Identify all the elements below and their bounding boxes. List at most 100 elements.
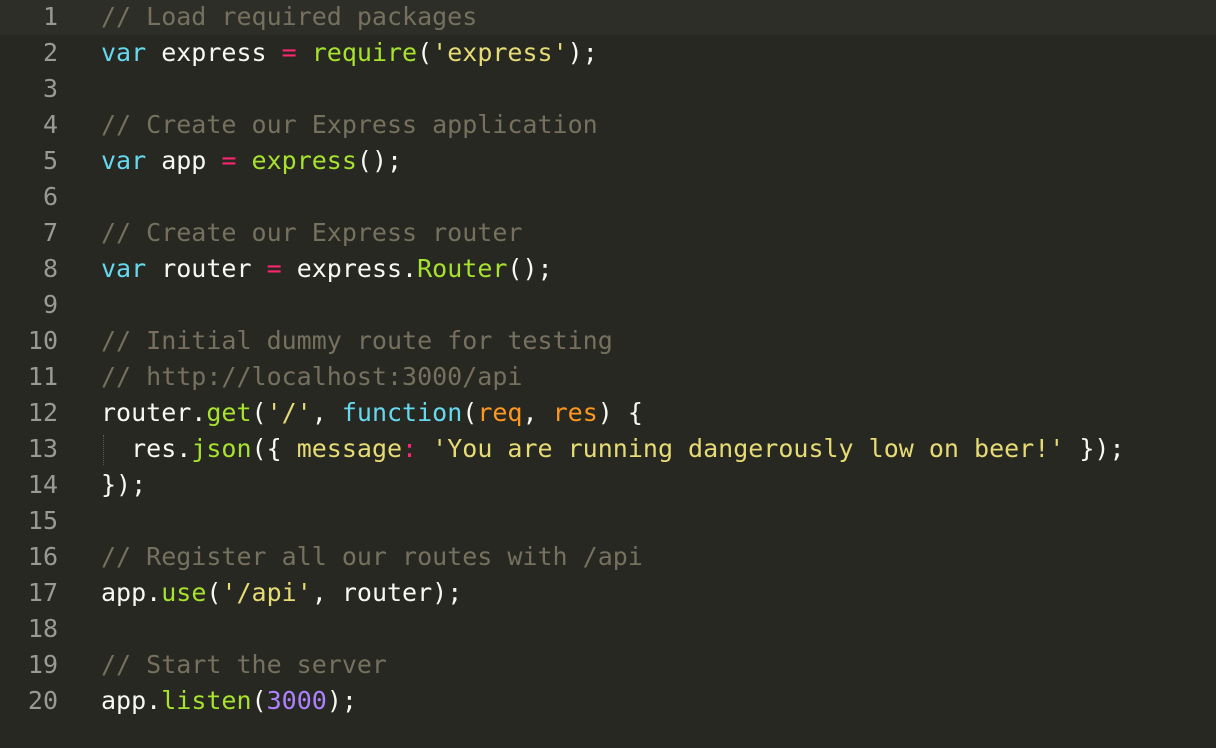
code-token: require	[311, 38, 418, 67]
line-number: 6	[42, 182, 58, 211]
code-line[interactable]: 4 // Create our Express application	[0, 107, 1216, 143]
line-number: 16	[27, 542, 58, 571]
line-number: 1	[42, 2, 58, 31]
code-token: '/api'	[221, 578, 312, 607]
line-number: 3	[42, 74, 58, 103]
code-token: 'You are running dangerously low on beer…	[432, 434, 1065, 463]
code-line[interactable]: 18	[0, 611, 1216, 647]
code-token: (	[417, 38, 433, 67]
code-token: // Load required packages	[101, 2, 478, 31]
code-text: // Register all our routes with /api	[101, 539, 643, 575]
code-line[interactable]: 8 var router = express.Router();	[0, 251, 1216, 287]
code-text: var router = express.Router();	[101, 251, 553, 287]
code-line[interactable]: 9	[0, 287, 1216, 323]
code-token: function	[341, 398, 463, 427]
code-text: // Create our Express router	[101, 215, 522, 251]
line-number: 10	[27, 326, 58, 355]
code-line[interactable]: 20 app.listen(3000);	[0, 683, 1216, 719]
code-line[interactable]: 2 var express = require('express');	[0, 35, 1216, 71]
code-token: ();	[507, 254, 553, 283]
code-token: req	[477, 398, 523, 427]
code-token: 'express'	[432, 38, 568, 67]
code-token: express	[146, 38, 282, 67]
code-token: Router	[417, 254, 508, 283]
line-number: 9	[42, 290, 58, 319]
code-text: // Start the server	[101, 647, 387, 683]
code-text: var app = express();	[101, 143, 402, 179]
code-token: var	[101, 38, 147, 67]
line-number: 17	[27, 578, 58, 607]
code-token: json	[191, 434, 252, 463]
line-number: 8	[42, 254, 58, 283]
code-token: express	[251, 146, 357, 175]
code-token: ,	[522, 398, 553, 427]
code-line[interactable]: 3	[0, 71, 1216, 107]
code-line[interactable]: 13 res.json({ message: 'You are running …	[0, 431, 1216, 467]
code-token: router.	[101, 398, 207, 427]
line-number: 19	[27, 650, 58, 679]
code-token: );	[567, 38, 598, 67]
code-token: :	[402, 434, 418, 463]
code-token: ();	[356, 146, 403, 175]
line-number: 4	[42, 110, 58, 139]
line-number: 11	[27, 362, 58, 391]
code-token: });	[1064, 434, 1125, 463]
code-token: express.	[281, 254, 418, 283]
code-token: var	[101, 254, 147, 283]
code-token: ({	[251, 434, 297, 463]
code-token: =	[221, 146, 237, 175]
code-line[interactable]: 17 app.use('/api', router);	[0, 575, 1216, 611]
code-token: ) {	[597, 398, 643, 427]
code-text: // Initial dummy route for testing	[101, 323, 613, 359]
code-text: var express = require('express');	[101, 35, 598, 71]
code-token: app	[146, 146, 222, 175]
code-token: // Create our Express application	[101, 110, 598, 139]
line-number: 14	[27, 470, 58, 499]
code-line[interactable]: 10 // Initial dummy route for testing	[0, 323, 1216, 359]
code-token: (	[251, 398, 267, 427]
code-line[interactable]: 5 var app = express();	[0, 143, 1216, 179]
code-line[interactable]: 6	[0, 179, 1216, 215]
code-token: =	[266, 254, 282, 283]
code-token: =	[281, 38, 297, 67]
code-token: // Register all our routes with /api	[101, 542, 643, 571]
line-number: 18	[27, 614, 58, 643]
code-text: res.json({ message: 'You are running dan…	[101, 431, 1125, 467]
code-token: var	[101, 146, 147, 175]
code-token: // Initial dummy route for testing	[101, 326, 613, 355]
code-line[interactable]: 19 // Start the server	[0, 647, 1216, 683]
line-number: 5	[42, 146, 58, 175]
code-token: , router);	[311, 578, 463, 607]
code-text: // Load required packages	[101, 0, 477, 35]
code-text: router.get('/', function(req, res) {	[101, 395, 643, 431]
code-line[interactable]: 15	[0, 503, 1216, 539]
code-line[interactable]: 7 // Create our Express router	[0, 215, 1216, 251]
code-token: app.	[101, 578, 162, 607]
code-editor[interactable]: 1 // Load required packages 2 var express =…	[0, 0, 1216, 748]
code-line[interactable]: 16 // Register all our routes with /api	[0, 539, 1216, 575]
code-line[interactable]: 11 // http://localhost:3000/api	[0, 359, 1216, 395]
code-token: ,	[311, 398, 342, 427]
code-token: (	[251, 686, 267, 715]
code-line[interactable]: 12 router.get('/', function(req, res) {	[0, 395, 1216, 431]
code-text: app.use('/api', router);	[101, 575, 462, 611]
code-token: listen	[161, 686, 252, 715]
code-token: // Create our Express router	[101, 218, 523, 247]
code-token: (	[206, 578, 222, 607]
line-number: 13	[27, 434, 58, 463]
code-token: (	[462, 398, 478, 427]
code-token: res.	[101, 434, 192, 463]
code-token: '/'	[266, 398, 312, 427]
code-token: 3000	[266, 686, 327, 715]
code-line[interactable]: 14});	[0, 467, 1216, 503]
code-token: res	[552, 398, 598, 427]
code-text: });	[101, 467, 146, 503]
line-number: 7	[42, 218, 58, 247]
code-line[interactable]: 1 // Load required packages	[0, 0, 1216, 35]
line-number: 15	[27, 506, 58, 535]
code-token: router	[146, 254, 267, 283]
code-token: get	[206, 398, 252, 427]
code-token: });	[101, 470, 147, 499]
